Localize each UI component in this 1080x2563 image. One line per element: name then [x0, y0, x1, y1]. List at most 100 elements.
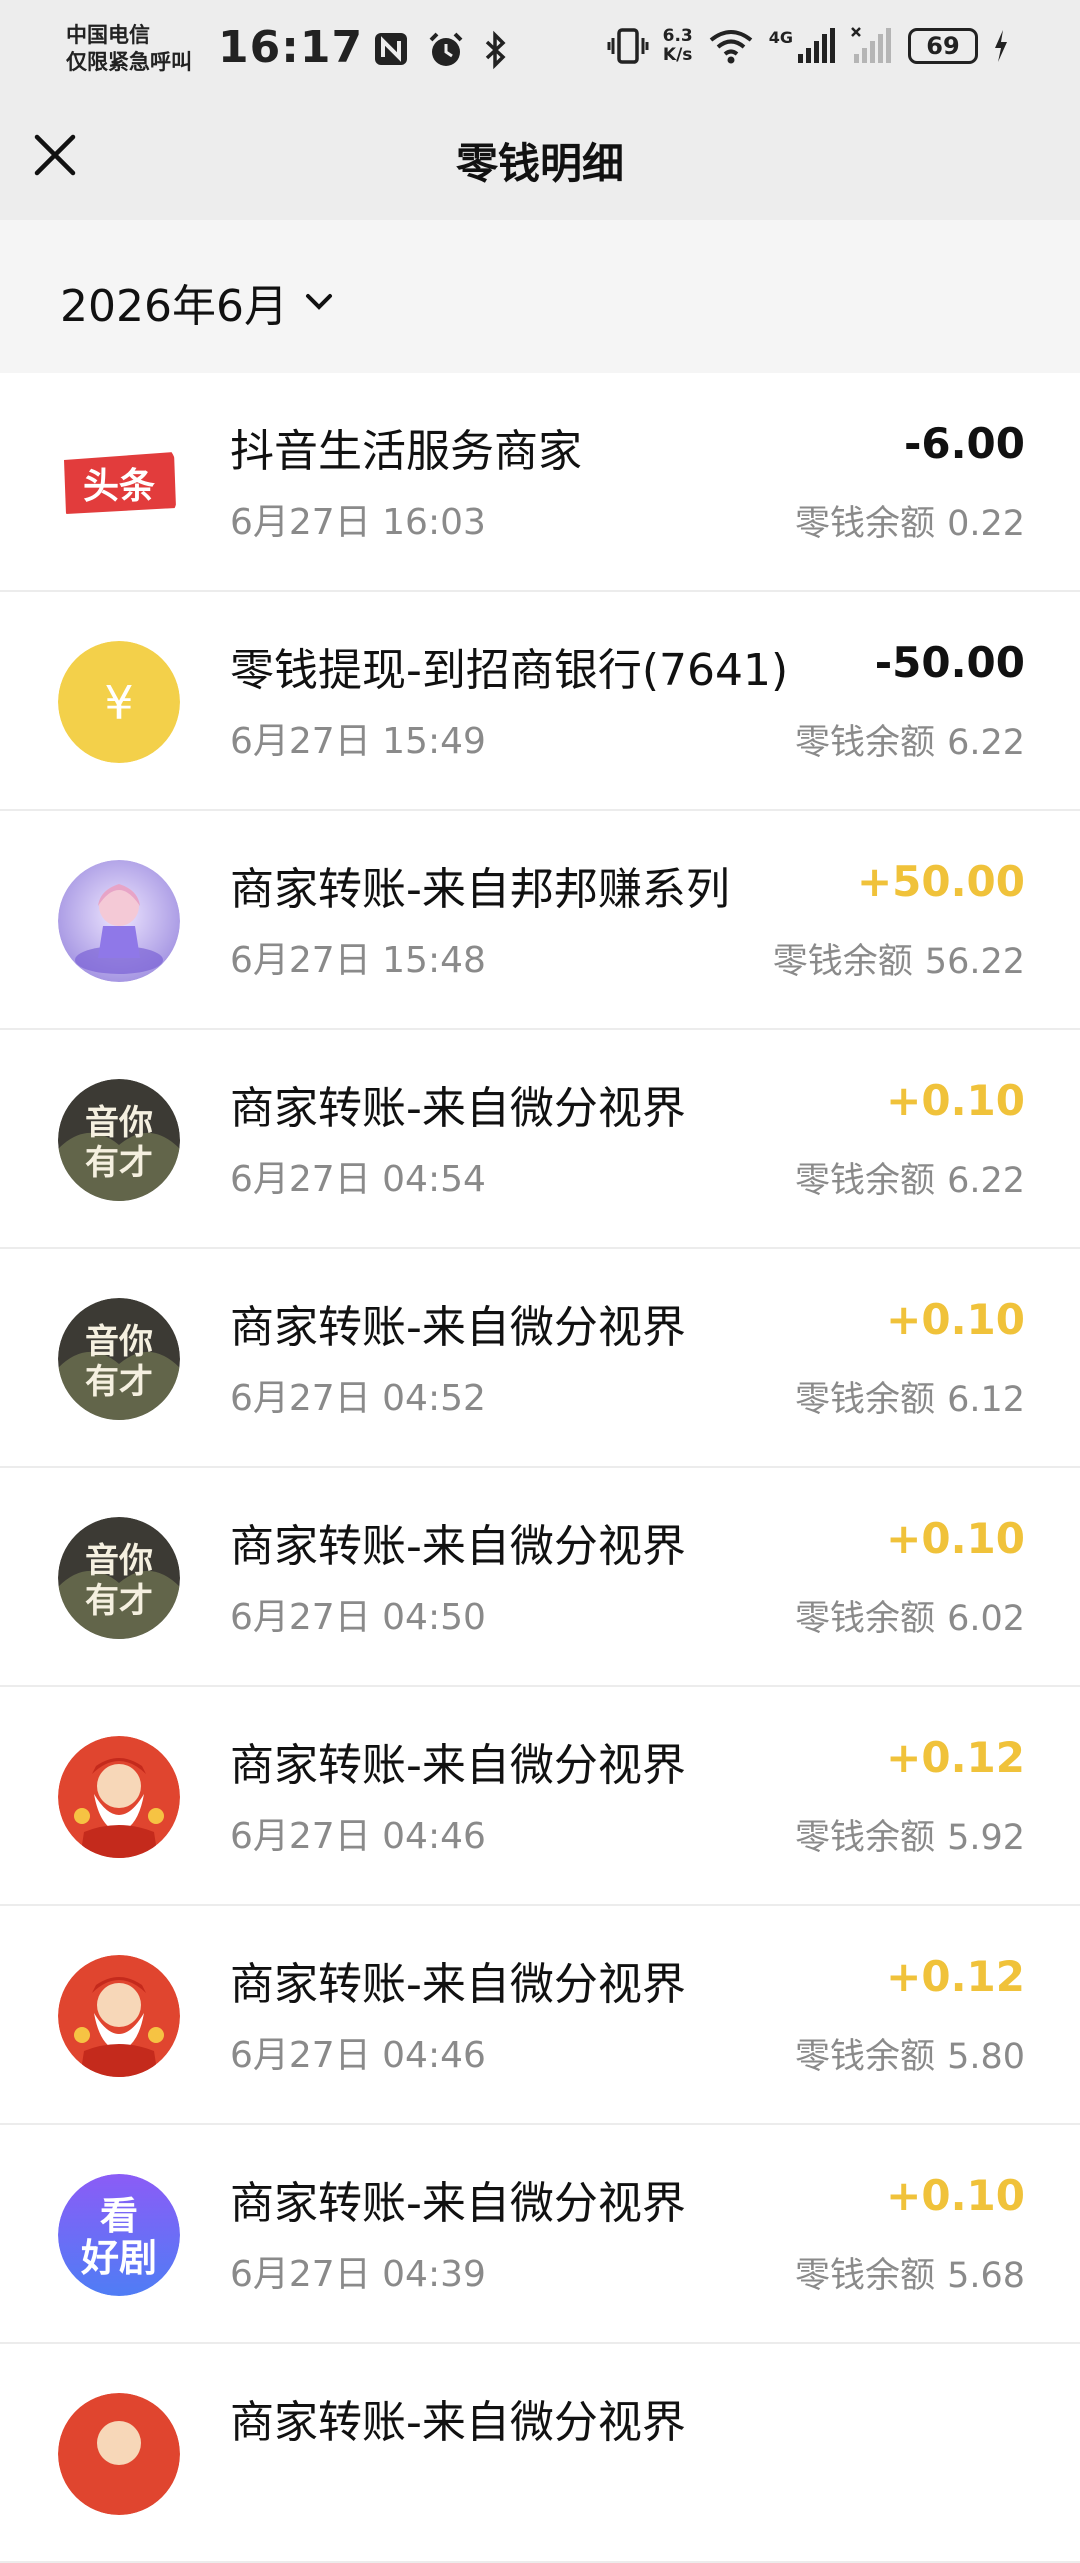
- balance-after: 零钱余额 6.22: [795, 714, 1025, 765]
- yinniyoucai-logo-icon: 音你 有才: [58, 1517, 180, 1639]
- transaction-title: 商家转账-来自邦邦赚系列: [230, 864, 730, 915]
- balance-label: 零钱余额: [795, 1380, 936, 1420]
- balance-value: 5.92: [947, 1818, 1025, 1858]
- network-type: 4G: [768, 28, 793, 47]
- alarm-clock-icon: [429, 32, 463, 66]
- god-of-wealth-avatar-icon: [58, 1955, 180, 2077]
- month-label: 2026年6月: [60, 281, 288, 332]
- transaction-title: 零钱提现-到招商银行(7641): [230, 645, 789, 696]
- carrier-info: 中国电信 仅限紧急呼叫: [66, 22, 192, 76]
- transaction-time: 6月27日 04:39: [230, 2254, 486, 2295]
- transaction-row[interactable]: 音你 有才 商家转账-来自微分视界 6月27日 04:54 +0.10 零钱余额…: [0, 1030, 1080, 1249]
- transaction-amount: +0.10: [886, 1076, 1025, 1125]
- transaction-time: 6月27日 04:46: [230, 1816, 486, 1857]
- transaction-time: 6月27日 15:48: [230, 940, 486, 981]
- mobile-signal: 4G: [769, 28, 836, 64]
- month-selector[interactable]: 2026年6月: [60, 270, 334, 334]
- yinniyoucai-logo-icon: 音你 有才: [58, 1298, 180, 1420]
- balance-label: 零钱余额: [795, 2037, 936, 2077]
- signal-strength-icon: [798, 28, 835, 63]
- transaction-row[interactable]: 商家转账-来自微分视界: [0, 2344, 1080, 2563]
- balance-label: 零钱余额: [795, 723, 936, 763]
- transaction-title: 商家转账-来自微分视界: [230, 1740, 686, 1791]
- status-icons-left: [372, 30, 510, 70]
- carrier-name: 中国电信: [66, 23, 150, 47]
- transaction-row[interactable]: 商家转账-来自微分视界 6月27日 04:46 +0.12 零钱余额 5.80: [0, 1906, 1080, 2125]
- transaction-row[interactable]: 看 好剧 商家转账-来自微分视界 6月27日 04:39 +0.10 零钱余额 5…: [0, 2125, 1080, 2344]
- balance-value: 6.22: [947, 1161, 1025, 1201]
- transaction-title: 抖音生活服务商家: [230, 426, 582, 477]
- balance-label: 零钱余额: [795, 1161, 936, 1201]
- transaction-time: 6月27日 04:50: [230, 1597, 486, 1638]
- yuan-coin-icon: ¥: [58, 641, 180, 763]
- balance-label: 零钱余额: [795, 504, 936, 544]
- network-speed: 6.3 K/s: [663, 27, 693, 65]
- transaction-amount: +0.10: [886, 1295, 1025, 1344]
- balance-after: 零钱余额 0.22: [795, 495, 1025, 546]
- balance-after: 零钱余额 5.92: [795, 1809, 1025, 1860]
- god-of-wealth-avatar-icon: [58, 2393, 180, 2515]
- transaction-time: 6月27日 04:54: [230, 1159, 486, 1200]
- balance-value: 6.12: [947, 1380, 1025, 1420]
- svg-text:音你: 音你: [85, 1541, 153, 1581]
- status-time: 16:17: [218, 22, 364, 73]
- balance-value: 0.22: [947, 504, 1025, 544]
- net-speed-unit: K/s: [662, 45, 693, 65]
- vibrate-icon: [607, 28, 649, 64]
- toutiao-logo-icon: 头条: [58, 422, 180, 544]
- status-bar: 中国电信 仅限紧急呼叫 16:17 6.3 K/s 4G 69: [0, 0, 1080, 100]
- transaction-time: 6月27日 04:52: [230, 1378, 486, 1419]
- balance-label: 零钱余额: [772, 942, 913, 982]
- transaction-time: 6月27日 04:46: [230, 2035, 486, 2076]
- month-filter-bar: 2026年6月: [0, 220, 1080, 373]
- balance-after: 零钱余额 6.22: [795, 1152, 1025, 1203]
- svg-text:好剧: 好剧: [80, 2236, 157, 2280]
- balance-after: 零钱余额 56.22: [773, 933, 1025, 984]
- balance-after: 零钱余额 6.12: [795, 1371, 1025, 1422]
- transaction-amount: +0.12: [886, 1952, 1025, 2001]
- transaction-title: 商家转账-来自微分视界: [230, 1521, 686, 1572]
- transaction-title: 商家转账-来自微分视界: [230, 2178, 686, 2229]
- balance-value: 5.80: [947, 2037, 1025, 2077]
- balance-after: 零钱余额 5.80: [795, 2028, 1025, 2079]
- transaction-amount: +50.00: [856, 857, 1025, 906]
- transaction-time: 6月27日 16:03: [230, 502, 486, 543]
- nfc-icon: [375, 33, 407, 65]
- svg-text:头条: 头条: [83, 466, 155, 507]
- transaction-title: 商家转账-来自微分视界: [230, 1302, 686, 1353]
- transaction-row[interactable]: 商家转账-来自邦邦赚系列 6月27日 15:48 +50.00 零钱余额 56.2…: [0, 811, 1080, 1030]
- yinniyoucai-logo-icon: 音你 有才: [58, 1079, 180, 1201]
- god-of-wealth-avatar-icon: [58, 1736, 180, 1858]
- charging-icon: [995, 30, 1007, 62]
- transaction-row[interactable]: 商家转账-来自微分视界 6月27日 04:46 +0.12 零钱余额 5.92: [0, 1687, 1080, 1906]
- balance-after: 零钱余额 5.68: [795, 2247, 1025, 2298]
- transaction-row[interactable]: 音你 有才 商家转账-来自微分视界 6月27日 04:50 +0.10 零钱余额…: [0, 1468, 1080, 1687]
- balance-value: 6.22: [947, 723, 1025, 763]
- carrier-status: 仅限紧急呼叫: [66, 50, 192, 74]
- balance-label: 零钱余额: [795, 1818, 936, 1858]
- balance-label: 零钱余额: [795, 2256, 936, 2296]
- balance-value: 6.02: [947, 1599, 1025, 1639]
- transaction-amount: +0.10: [886, 1514, 1025, 1563]
- anime-girl-avatar-icon: [58, 860, 180, 982]
- transaction-row[interactable]: 头条 抖音生活服务商家 6月27日 16:03 -6.00 零钱余额 0.22: [0, 373, 1080, 592]
- kanhaoju-logo-icon: 看 好剧: [58, 2174, 180, 2296]
- svg-text:有才: 有才: [85, 1362, 153, 1402]
- net-speed-value: 6.3: [662, 26, 693, 46]
- svg-text:有才: 有才: [85, 1581, 153, 1621]
- transaction-row[interactable]: 音你 有才 商家转账-来自微分视界 6月27日 04:52 +0.10 零钱余额…: [0, 1249, 1080, 1468]
- nav-bar: 零钱明细: [0, 100, 1080, 220]
- svg-text:音你: 音你: [85, 1103, 153, 1143]
- transaction-title: 商家转账-来自微分视界: [230, 2397, 686, 2448]
- svg-text:看: 看: [100, 2194, 138, 2238]
- battery-indicator: 69: [908, 28, 978, 64]
- transaction-list: 头条 抖音生活服务商家 6月27日 16:03 -6.00 零钱余额 0.22 ¥…: [0, 373, 1080, 2563]
- status-icons-right: 6.3 K/s 4G 69: [607, 26, 1010, 66]
- balance-after: 零钱余额 6.02: [795, 1590, 1025, 1641]
- balance-value: 56.22: [924, 942, 1025, 982]
- chevron-down-icon: [305, 294, 332, 310]
- balance-label: 零钱余额: [795, 1599, 936, 1639]
- transaction-amount: -6.00: [903, 419, 1025, 468]
- transaction-row[interactable]: ¥ 零钱提现-到招商银行(7641) 6月27日 15:49 -50.00 零钱…: [0, 592, 1080, 811]
- transaction-amount: +0.10: [886, 2171, 1025, 2220]
